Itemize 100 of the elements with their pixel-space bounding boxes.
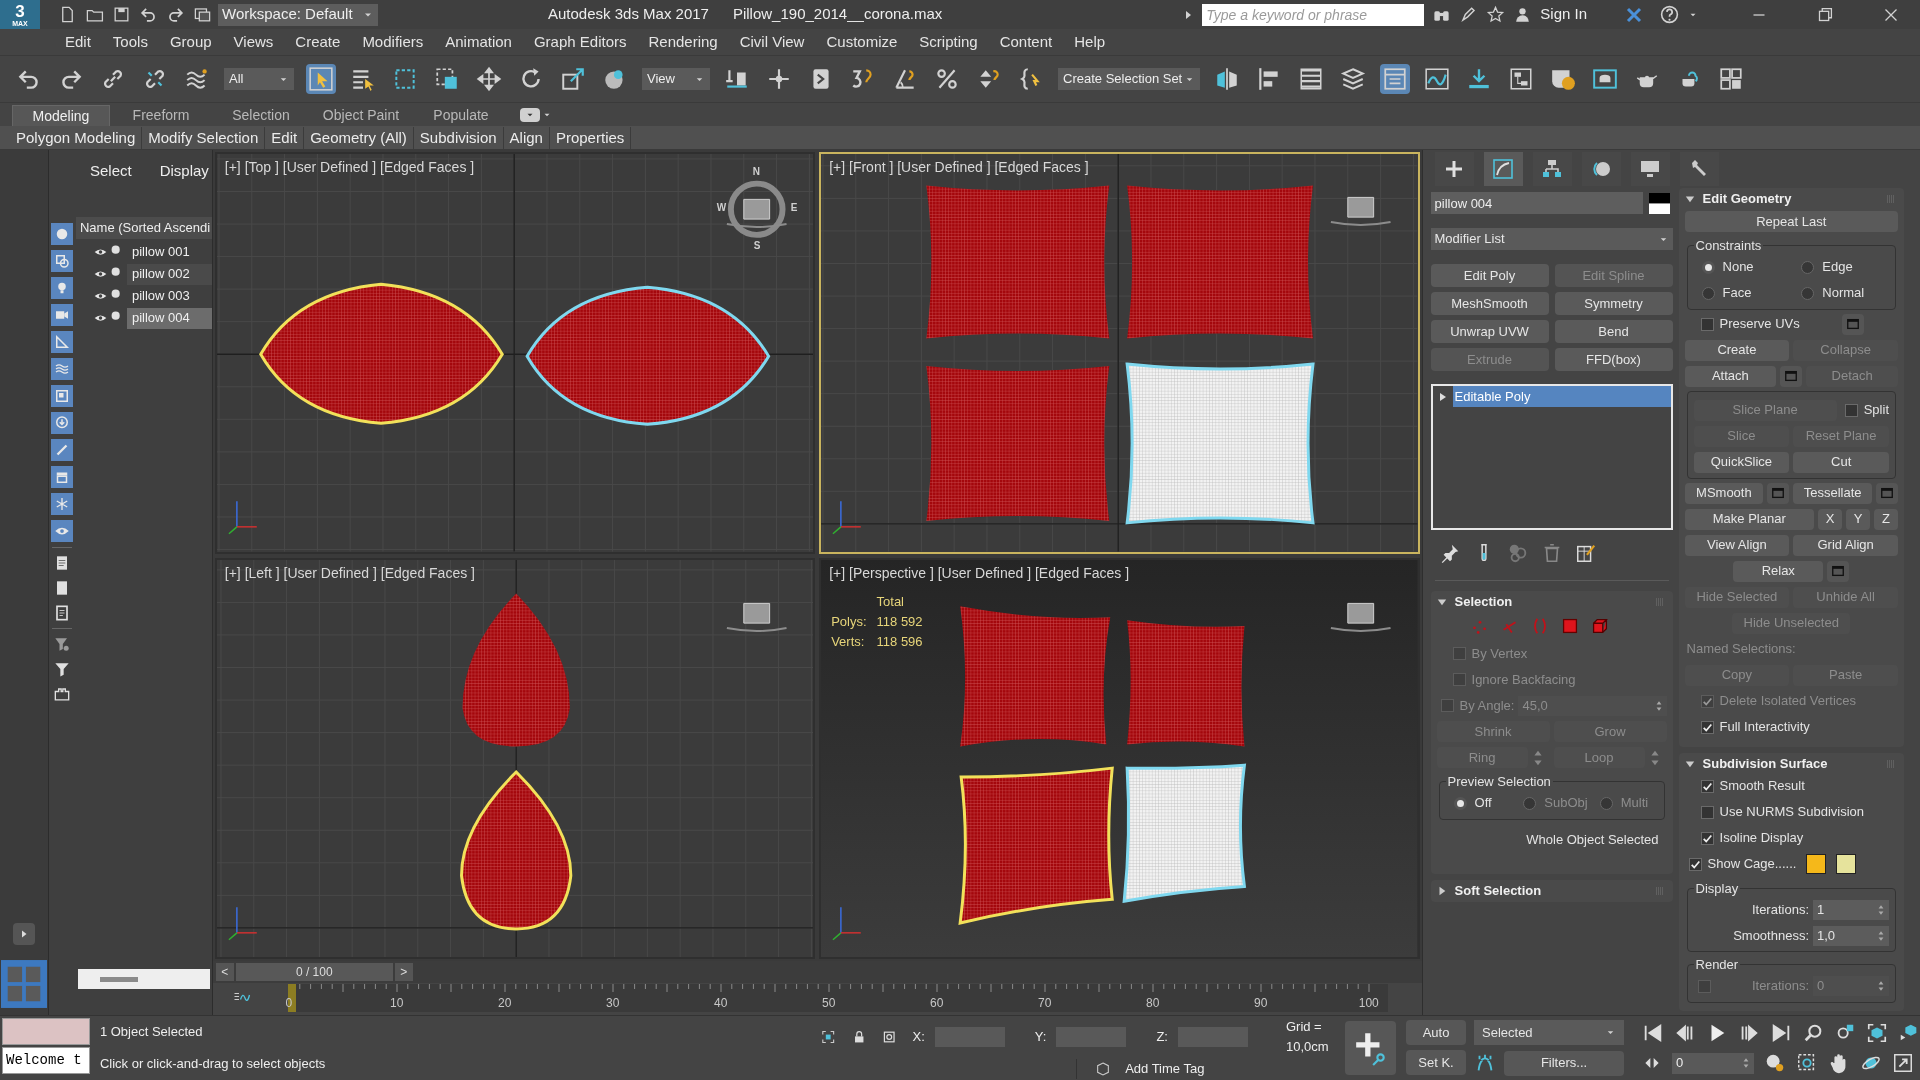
rollout-title[interactable]: Subdivision Surface bbox=[1702, 753, 1828, 774]
radio-label: Normal bbox=[1822, 284, 1865, 303]
panel-button[interactable]: MSmooth bbox=[1684, 482, 1764, 504]
ribbon-panel-tab[interactable]: Modify Selection bbox=[142, 126, 266, 149]
set-key-mode-button[interactable]: Set K. bbox=[1406, 1050, 1466, 1075]
menu-item[interactable]: Views bbox=[232, 30, 275, 54]
menu-item[interactable]: Tools bbox=[111, 30, 149, 54]
previous-frame-button[interactable]: < bbox=[215, 963, 234, 981]
panel-button[interactable]: View Align bbox=[1684, 534, 1790, 556]
add-time-tag-button[interactable]: Add Time Tag bbox=[1095, 1059, 1205, 1079]
modifier-stack[interactable]: Editable Poly bbox=[1430, 384, 1673, 530]
key-mode-dropdown[interactable]: Selected bbox=[1474, 1020, 1624, 1045]
panel-button[interactable]: Z bbox=[1874, 508, 1898, 530]
scene-object-item[interactable]: pillow 002 bbox=[126, 263, 212, 285]
frame-number: 0 bbox=[285, 995, 293, 1012]
viewport-label[interactable]: [+] [Perspective ] [User Defined ] [Edged Faces ] bbox=[829, 562, 1130, 584]
menu-item[interactable]: Animation bbox=[444, 30, 513, 54]
menu-item[interactable]: Edit bbox=[64, 30, 92, 54]
group-title: Render bbox=[1694, 956, 1740, 974]
panel-button[interactable]: Grid Align bbox=[1793, 534, 1898, 556]
scene-object-item[interactable]: pillow 001 bbox=[126, 241, 212, 263]
menu-item[interactable]: Help bbox=[1073, 30, 1107, 54]
track-bar[interactable]: 0 10 20 30 40 50 60 70 80 90 100 bbox=[287, 984, 1388, 1012]
ribbon-panel-tab[interactable]: Subdivision bbox=[413, 126, 504, 149]
modifier-button[interactable]: Symmetry bbox=[1554, 292, 1673, 315]
rollout-title[interactable]: Edit Geometry bbox=[1702, 189, 1792, 209]
time-slider-handle[interactable]: 0 / 100 bbox=[235, 963, 393, 981]
menu-item[interactable]: Scripting bbox=[918, 30, 979, 54]
next-frame-button[interactable]: > bbox=[394, 963, 413, 981]
viewport-label[interactable]: [+] [Top ] [User Defined ] [Edged Faces ] bbox=[224, 157, 475, 178]
dropdown[interactable]: View bbox=[642, 68, 710, 90]
panel-button[interactable]: Make Planar bbox=[1684, 508, 1814, 530]
panel-button[interactable]: QuickSlice bbox=[1693, 451, 1790, 473]
panel-button[interactable]: Create bbox=[1684, 339, 1790, 361]
spinner-label: Iterations: bbox=[1750, 977, 1809, 996]
menu-item[interactable]: Civil View bbox=[738, 30, 806, 54]
dropdown[interactable]: All bbox=[224, 68, 294, 90]
viewport[interactable]: [+] [Top ] [User Defined ] [Edged Faces ] N E S W bbox=[214, 152, 816, 554]
spinner-field[interactable]: 1,0 bbox=[1813, 925, 1889, 946]
modifier-button[interactable]: MeshSmooth bbox=[1430, 292, 1549, 315]
frame-number: 50 bbox=[822, 995, 836, 1012]
menu-item[interactable]: Content bbox=[998, 30, 1054, 54]
menu-item[interactable]: Rendering bbox=[647, 30, 719, 54]
spinner-field[interactable]: 1 bbox=[1813, 899, 1889, 920]
object-name-field[interactable]: pillow 004 bbox=[1430, 192, 1643, 214]
ribbon-tab[interactable]: Selection bbox=[212, 105, 310, 126]
ribbon-panel-tab[interactable]: Align bbox=[503, 126, 550, 149]
checkbox-label: Show Cage...... bbox=[1707, 855, 1797, 874]
viewport[interactable]: [+] [Perspective ] [User Defined ] [Edged Faces ] Total Polys: 118 592 Verts: 118 596 bbox=[819, 557, 1420, 959]
ribbon-panel-tab[interactable]: Polygon Modeling bbox=[10, 126, 143, 149]
menu-item[interactable]: Graph Editors bbox=[532, 30, 628, 54]
panel-button[interactable]: Cut bbox=[1793, 451, 1889, 473]
menu-item[interactable]: Modifiers bbox=[361, 30, 425, 54]
search-field[interactable]: Type a keyword or phrase bbox=[1202, 3, 1425, 26]
workspace-dropdown[interactable]: Workspace: Default bbox=[218, 3, 378, 26]
modifier-button[interactable]: FFD(box) bbox=[1554, 348, 1673, 371]
current-frame-field[interactable]: 0 bbox=[1672, 1052, 1754, 1074]
frame-number: 60 bbox=[930, 995, 944, 1012]
ribbon-tab[interactable]: Modeling bbox=[12, 105, 110, 126]
modifier-list-dropdown[interactable]: Modifier List bbox=[1430, 228, 1673, 250]
modifier-button[interactable]: Bend bbox=[1554, 320, 1673, 343]
viewport[interactable]: [+] [Front ] [User Defined ] [Edged Faces ] bbox=[819, 152, 1420, 554]
viewport-label[interactable]: [+] [Front ] [User Defined ] [Edged Faces ] bbox=[829, 157, 1089, 178]
rollout-title[interactable]: Selection bbox=[1454, 592, 1513, 612]
ribbon-tab[interactable]: Populate bbox=[412, 105, 510, 126]
dropdown[interactable]: Create Selection Set bbox=[1058, 68, 1200, 90]
ribbon-tab[interactable]: Freeform bbox=[112, 105, 210, 126]
panel-button[interactable]: Relax bbox=[1733, 560, 1824, 582]
ribbon-panel-tab[interactable]: Geometry (All) bbox=[304, 126, 414, 149]
explorer-menu-item[interactable]: Select bbox=[89, 160, 132, 183]
stack-item[interactable]: Editable Poly bbox=[1452, 386, 1671, 407]
auto-key-button[interactable]: Auto bbox=[1406, 1020, 1466, 1045]
column-header[interactable]: Name (Sorted Ascendi bbox=[75, 217, 212, 239]
radio-label: Off bbox=[1474, 794, 1492, 813]
menu-item[interactable]: Create bbox=[294, 30, 342, 54]
maxscript-output-field[interactable]: Welcome t bbox=[2, 1047, 90, 1074]
checkbox-label: Isoline Display bbox=[1719, 829, 1804, 848]
sign-in-link[interactable]: Sign In bbox=[1540, 3, 1587, 26]
modifier-button[interactable]: Unwrap UVW bbox=[1430, 320, 1549, 343]
ribbon-panel-tab[interactable]: Edit bbox=[265, 126, 305, 149]
frame-number: 90 bbox=[1254, 995, 1268, 1012]
ribbon-panel-tab[interactable]: Properties bbox=[549, 126, 632, 149]
panel-button[interactable]: Tessellate bbox=[1793, 482, 1872, 504]
menu-item[interactable]: Customize bbox=[825, 30, 899, 54]
panel-button[interactable]: X bbox=[1818, 508, 1842, 530]
file-name: Pillow_190_2014__corona.max bbox=[732, 4, 943, 25]
panel-button[interactable]: Attach bbox=[1684, 365, 1777, 387]
panel-button[interactable]: Repeat Last bbox=[1684, 211, 1898, 232]
scene-object-item[interactable]: pillow 004 bbox=[126, 307, 212, 329]
panel-button[interactable]: Y bbox=[1846, 508, 1870, 530]
modifier-button[interactable]: Edit Poly bbox=[1430, 264, 1549, 287]
radio-label: SubObj bbox=[1544, 794, 1588, 813]
ribbon-tab[interactable]: Object Paint bbox=[312, 105, 410, 126]
menu-item[interactable]: Group bbox=[168, 30, 213, 54]
scene-object-item[interactable]: pillow 003 bbox=[126, 285, 212, 307]
compass-label: E bbox=[790, 201, 798, 215]
viewport[interactable]: [+] [Left ] [User Defined ] [Edged Faces ] bbox=[214, 557, 816, 959]
viewport-label[interactable]: [+] [Left ] [User Defined ] [Edged Faces ] bbox=[224, 562, 475, 584]
key-filters-button[interactable]: Filters... bbox=[1504, 1050, 1624, 1076]
explorer-menu-item[interactable]: Display bbox=[159, 160, 209, 183]
